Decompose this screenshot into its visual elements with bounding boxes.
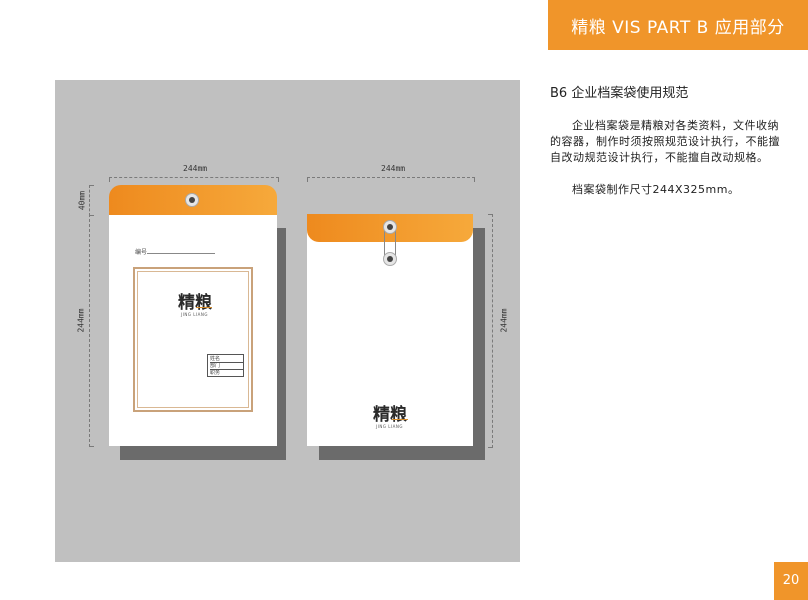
dim-label-left-height: 244mm [76,308,86,333]
dim-line-left-width [109,177,279,182]
dim-label-right-width: 244mm [381,164,406,173]
front-logo-sub: JING LIANG [181,312,208,317]
back-logo-swoosh [392,419,408,420]
front-logo-text: 精粮 [178,293,212,313]
header-bar: 精粮 VIS PART B 应用部分 [548,0,808,50]
section-title: B6 企业档案袋使用规范 [550,86,689,101]
front-bag-button-icon [185,193,199,207]
info-form: 姓名 部门 职务 [207,354,244,377]
page-number-box: 20 [774,562,808,600]
dim-line-right-height [488,214,493,448]
back-bag-button-bottom-icon [383,252,397,266]
section-paragraph-1: 企业档案袋是精粮对各类资料，文件收纳的容器，制作时须按照规范设计执行，不能擅自改… [550,119,780,164]
dim-line-flap-height [89,185,94,216]
page-number: 20 [782,573,800,588]
dim-label-left-width: 244mm [183,164,208,173]
dim-label-flap-height: 40mm [77,190,87,211]
dim-line-right-width [307,177,475,182]
front-logo-swoosh [196,307,212,308]
dim-line-left-height [89,214,94,447]
section-paragraph-2: 档案袋制作尺寸244X325mm。 [572,183,740,196]
back-bag-button-top-icon [383,220,397,234]
dim-label-right-height: 244mm [499,308,509,333]
back-logo-sub: JING LIANG [376,424,403,429]
header-title: 精粮 VIS PART B 应用部分 [571,18,785,38]
back-logo-text: 精粮 [373,405,407,425]
form-row-title: 职务 [210,370,221,376]
number-line [147,253,215,254]
number-label: 编号 [135,249,148,256]
